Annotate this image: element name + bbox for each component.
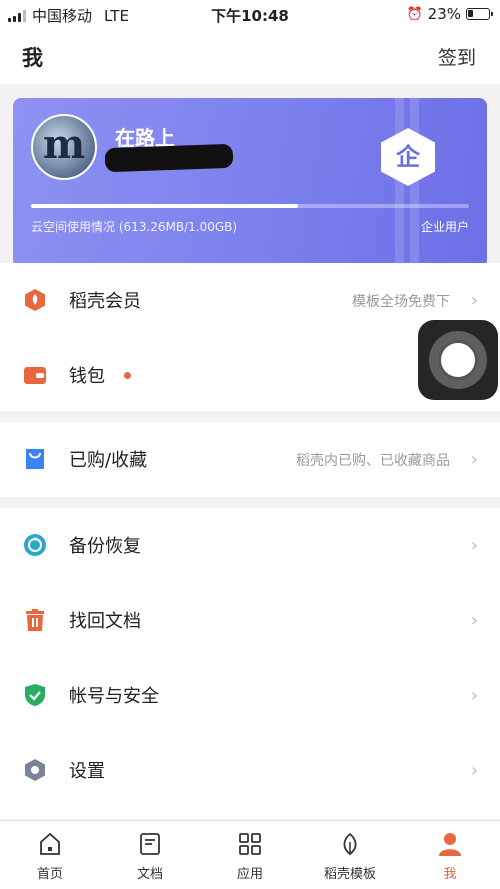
wallet-icon xyxy=(24,367,46,384)
chevron-right-icon: › xyxy=(470,535,478,556)
storage-progress-bar xyxy=(31,204,469,208)
tab-docer-templates[interactable]: 稻壳模板 xyxy=(300,821,400,889)
nav-bar: 我 签到 xyxy=(0,28,500,84)
shield-icon xyxy=(25,684,45,706)
tab-me[interactable]: 我 xyxy=(400,821,500,889)
row-subtitle: 稻壳内已购、已收藏商品 xyxy=(296,453,450,469)
row-label: 钱包 xyxy=(69,366,105,387)
docer-member-icon xyxy=(25,289,45,311)
chevron-right-icon: › xyxy=(470,449,478,470)
enterprise-badge-icon[interactable]: 企 xyxy=(381,128,435,186)
redacted-account xyxy=(104,143,234,173)
battery-percent: 23% xyxy=(427,5,461,23)
tab-label: 应用 xyxy=(236,867,263,882)
avatar[interactable]: m xyxy=(31,114,97,180)
status-bar: 中国移动 LTE 下午10:48 ⏰ 23% xyxy=(0,0,500,28)
row-label: 帐号与安全 xyxy=(69,686,159,707)
row-account-security[interactable]: 帐号与安全 › xyxy=(0,658,500,733)
tab-home[interactable]: 首页 xyxy=(0,821,100,889)
assistive-core xyxy=(438,340,478,380)
shopping-bag-icon xyxy=(26,449,44,469)
row-subtitle: 模板全场免费下 xyxy=(352,294,450,310)
chevron-right-icon: › xyxy=(470,685,478,706)
row-label: 找回文档 xyxy=(69,611,141,632)
tab-label: 首页 xyxy=(36,867,63,882)
tab-label: 文档 xyxy=(136,867,163,882)
chevron-right-icon: › xyxy=(470,290,478,311)
notification-dot xyxy=(124,372,131,379)
tab-label: 我 xyxy=(443,867,457,882)
row-label: 设置 xyxy=(69,761,105,782)
row-purchases[interactable]: 已购/收藏 稻壳内已购、已收藏商品 › xyxy=(0,422,500,497)
storage-progress-fill xyxy=(31,204,299,208)
page-title: 我 xyxy=(22,46,43,70)
tab-apps[interactable]: 应用 xyxy=(200,821,300,889)
profile-icon xyxy=(439,833,461,856)
document-icon xyxy=(140,833,160,855)
apps-grid-icon xyxy=(239,833,261,855)
tab-documents[interactable]: 文档 xyxy=(100,821,200,889)
row-recover-docs[interactable]: 找回文档 › xyxy=(0,583,500,658)
tab-bar: 首页 文档 应用 稻壳模板 我 xyxy=(0,820,500,889)
alarm-icon: ⏰ xyxy=(406,6,423,22)
tab-label: 稻壳模板 xyxy=(323,867,376,882)
chevron-right-icon: › xyxy=(470,610,478,631)
trash-icon xyxy=(26,609,44,631)
assistive-touch-button[interactable] xyxy=(418,320,498,400)
enterprise-user-label: 企业用户 xyxy=(420,220,469,234)
section-purchases: 已购/收藏 稻壳内已购、已收藏商品 › xyxy=(0,422,500,497)
section-tools: 备份恢复 › 找回文档 › 帐号与安全 › 设置 › xyxy=(0,508,500,819)
row-label: 已购/收藏 xyxy=(69,450,148,471)
profile-card[interactable]: m 在路上 企 云空间使用情况 (613.26MB/1.00GB) 企业用户 xyxy=(13,98,487,268)
home-icon xyxy=(40,832,60,855)
backup-icon xyxy=(24,534,46,556)
row-settings[interactable]: 设置 › xyxy=(0,733,500,808)
sign-in-button[interactable]: 签到 xyxy=(438,43,476,70)
chevron-right-icon: › xyxy=(470,760,478,781)
row-label: 稻壳会员 xyxy=(69,291,141,312)
leaf-icon xyxy=(343,832,357,856)
row-label: 备份恢复 xyxy=(69,536,141,557)
storage-usage-text: 云空间使用情况 (613.26MB/1.00GB) xyxy=(31,220,238,234)
settings-icon xyxy=(25,759,45,781)
row-backup[interactable]: 备份恢复 › xyxy=(0,508,500,583)
battery-icon xyxy=(466,8,493,20)
